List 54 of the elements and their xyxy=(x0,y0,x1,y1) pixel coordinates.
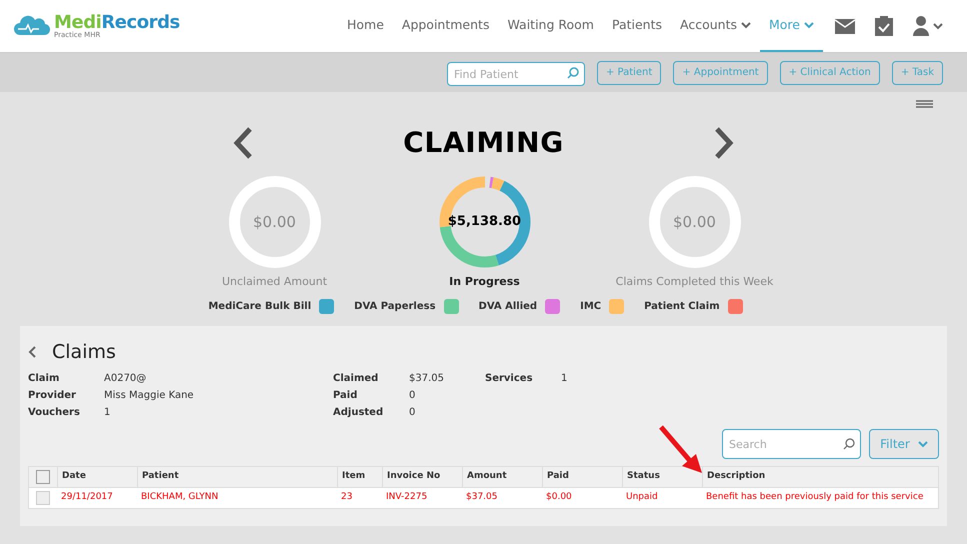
nav-link[interactable]: Patients xyxy=(602,0,672,52)
legend-label: IMC xyxy=(580,300,602,314)
table-cell-text: $0.00 xyxy=(545,491,573,504)
action-button[interactable]: + Clinical Action xyxy=(780,60,880,84)
detail-value: $37.05 xyxy=(409,372,444,386)
action-button[interactable]: + Task xyxy=(892,60,943,84)
detail-value: A0270@ xyxy=(104,372,146,386)
detail-label: Claimed xyxy=(333,372,380,386)
page-title: CLAIMING xyxy=(403,125,564,161)
table-cell-text: 23 xyxy=(340,491,354,504)
column-header: Amount xyxy=(462,467,542,487)
section-title: Claims xyxy=(52,340,116,364)
action-button[interactable]: + Patient xyxy=(596,60,662,84)
nav-link[interactable]: Home xyxy=(338,0,393,52)
detail-value: 0 xyxy=(409,406,416,420)
table-cell-text: BICKHAM, GLYNN xyxy=(140,491,220,504)
filter-button[interactable]: Filter xyxy=(869,429,939,459)
summary-label: In Progress xyxy=(449,274,520,290)
detail-label: Paid xyxy=(333,389,358,403)
table-cell-text: 29/11/2017 xyxy=(60,491,114,504)
search-field[interactable]: Search xyxy=(722,429,861,459)
legend-label: DVA Allied xyxy=(478,300,538,314)
find-patient-field[interactable]: Find Patient xyxy=(446,62,585,86)
detail-value: 1 xyxy=(561,372,568,386)
column-header: Description xyxy=(702,467,929,487)
legend-label: MediCare Bulk Bill xyxy=(208,300,312,314)
detail-value: 1 xyxy=(104,406,110,420)
amount-text: $0.00 xyxy=(673,212,716,233)
action-button[interactable]: + Appointment xyxy=(673,60,768,84)
legend-label: DVA Paperless xyxy=(354,300,436,314)
detail-label: Services xyxy=(485,372,534,386)
legend-label: Patient Claim xyxy=(644,300,720,314)
column-header: Invoice No xyxy=(382,467,462,487)
detail-value: Miss Maggie Kane xyxy=(104,389,194,403)
detail-label: Claim xyxy=(28,372,60,386)
detail-label: Vouchers xyxy=(28,406,81,420)
nav-link[interactable]: Accounts xyxy=(671,0,760,52)
nav-link[interactable]: Waiting Room xyxy=(498,0,603,52)
brand-name: MediRecords xyxy=(54,14,180,32)
column-header: Date xyxy=(57,467,137,487)
column-header: Item xyxy=(337,467,382,487)
table-cell-text: INV-2275 xyxy=(385,491,428,504)
summary-label: Claims Completed this Week xyxy=(616,274,774,290)
column-header: Patient xyxy=(137,467,337,487)
table-cell-text: Unpaid xyxy=(625,491,659,504)
nav-link[interactable]: Appointments xyxy=(392,0,498,52)
amount-text: $0.00 xyxy=(253,212,296,233)
column-header: Paid xyxy=(542,467,622,487)
table-cell-text: $37.05 xyxy=(465,491,498,504)
detail-label: Adjusted xyxy=(333,406,384,420)
detail-label: Provider xyxy=(28,389,77,403)
detail-value: 0 xyxy=(409,389,416,403)
table-cell-text: Benefit has been previously paid for this service xyxy=(705,491,924,504)
summary-label: Unclaimed Amount xyxy=(222,274,328,290)
